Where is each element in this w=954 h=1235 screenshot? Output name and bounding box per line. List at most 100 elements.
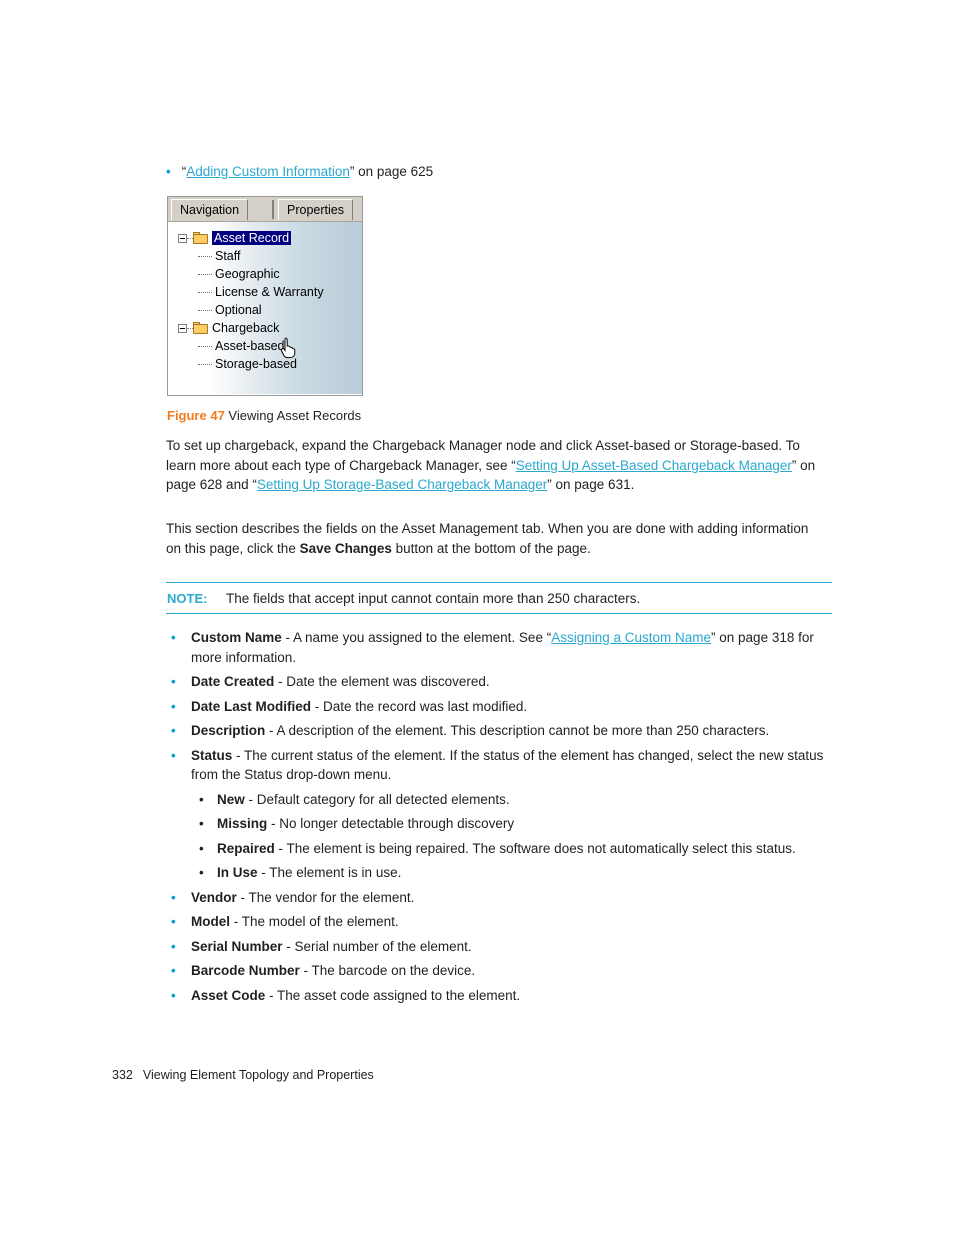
figure-title: Viewing Asset Records	[228, 408, 362, 423]
status-text: - The element is being repaired. The sof…	[274, 840, 796, 856]
tree-node-label: Chargeback	[212, 321, 280, 335]
figure-number: Figure 47	[167, 408, 225, 423]
tree-connector-line	[198, 274, 212, 275]
field-term: Date Created	[191, 674, 275, 689]
figure-tree-area: Asset Record Staff Geographic License & …	[168, 222, 362, 394]
tree-node-label: Asset Record	[212, 231, 292, 245]
field-text: - Serial number of the element.	[282, 938, 472, 954]
list-item-barcode-number: • Barcode Number - The barcode on the de…	[166, 961, 846, 981]
list-item-date-last-modified: • Date Last Modified - Date the record w…	[166, 697, 846, 717]
bullet-icon: •	[171, 987, 176, 1003]
list-item-status-repaired: • Repaired - The element is being repair…	[191, 839, 846, 859]
list-item-date-created: • Date Created - Date the element was di…	[166, 672, 846, 692]
tree-node-label: Geographic	[215, 267, 280, 281]
tree-node-label: Asset-based	[215, 339, 285, 353]
tab-navigation[interactable]: Navigation	[171, 199, 249, 220]
save-changes-label: Save Changes	[299, 540, 392, 556]
field-term: Asset Code	[191, 987, 266, 1003]
tree-connector-line	[198, 292, 212, 293]
paragraph-text: ” on page 631.	[547, 477, 635, 492]
status-text: - No longer detectable through discovery	[267, 816, 515, 831]
status-text: - The element is in use.	[257, 865, 402, 880]
tree-connector-line	[198, 364, 212, 365]
field-text: - A description of the element. This des…	[265, 723, 770, 738]
link-assigning-a-custom-name[interactable]: Assigning a Custom Name	[551, 630, 711, 645]
bullet-icon: •	[171, 723, 176, 738]
tab-properties[interactable]: Properties	[278, 199, 353, 220]
field-text: - The vendor for the element.	[236, 889, 415, 905]
paragraph-chargeback-setup: To set up chargeback, expand the Chargeb…	[166, 436, 816, 495]
field-text: - The asset code assigned to the element…	[265, 987, 521, 1003]
tree-node-optional[interactable]: Optional	[168, 302, 362, 320]
tree-node-storage-based[interactable]: Storage-based	[168, 356, 362, 374]
field-text: - The current status of the element. If …	[191, 747, 824, 783]
tree-node-asset-record[interactable]: Asset Record	[168, 230, 362, 248]
status-option-list: • New - Default category for all detecte…	[191, 790, 846, 883]
note-divider-top	[166, 582, 832, 583]
field-text: - Date the element was discovered.	[274, 674, 490, 689]
field-text: - The barcode on the device.	[299, 963, 476, 978]
top-bullet-tail: on page 625	[354, 164, 434, 179]
figure-navigation-tree-panel: Navigation Properties Asset Record Staff	[167, 196, 363, 396]
status-term: Missing	[217, 816, 268, 831]
tree-connector-line	[198, 346, 212, 347]
tree-node-license-warranty[interactable]: License & Warranty	[168, 284, 362, 302]
bullet-icon: •	[171, 747, 176, 763]
field-term: Barcode Number	[191, 963, 300, 978]
bullet-icon: •	[171, 674, 176, 689]
tree-node-asset-based[interactable]: Asset-based	[168, 338, 362, 356]
list-item-asset-code: • Asset Code - The asset code assigned t…	[166, 986, 846, 1006]
field-term: Date Last Modified	[191, 698, 312, 714]
page-footer: 332 Viewing Element Topology and Properti…	[112, 1068, 374, 1082]
figure-caption: Figure 47 Viewing Asset Records	[167, 408, 361, 423]
link-setting-up-storage-based-chargeback-manager[interactable]: Setting Up Storage-Based Chargeback Mana…	[257, 477, 547, 492]
tree-node-staff[interactable]: Staff	[168, 248, 362, 266]
list-item-vendor: • Vendor - The vendor for the element.	[166, 888, 846, 908]
collapse-minus-icon[interactable]	[178, 324, 187, 333]
bullet-icon: •	[171, 963, 176, 978]
field-text: - The model of the element.	[230, 914, 399, 929]
status-term: New	[217, 791, 245, 807]
top-cross-reference-bullet: • “Adding Custom Information” on page 62…	[166, 162, 826, 182]
paragraph-text: button at the bottom of the page.	[391, 540, 591, 556]
list-item-custom-name: • Custom Name - A name you assigned to t…	[166, 628, 846, 667]
list-item-description: • Description - A description of the ele…	[166, 721, 846, 741]
tree-node-geographic[interactable]: Geographic	[168, 266, 362, 284]
footer-page-number: 332	[112, 1068, 133, 1082]
field-text: - A name you assigned to the element. Se…	[281, 630, 552, 645]
collapse-minus-icon[interactable]	[178, 234, 187, 243]
tree-connector-line	[198, 310, 212, 311]
tree-connector-line	[198, 256, 212, 257]
field-term: Vendor	[191, 889, 237, 905]
tree-node-chargeback[interactable]: Chargeback	[168, 320, 362, 338]
footer-chapter-title: Viewing Element Topology and Properties	[142, 1068, 374, 1082]
navigation-tree: Asset Record Staff Geographic License & …	[168, 230, 362, 374]
list-item-status: • Status - The current status of the ele…	[166, 746, 846, 883]
list-item-model: • Model - The model of the element.	[166, 912, 846, 932]
status-term: In Use	[217, 865, 258, 880]
list-item-status-missing: • Missing - No longer detectable through…	[191, 814, 846, 834]
note-divider-bottom	[166, 613, 832, 614]
status-text: - Default category for all detected elem…	[244, 791, 510, 807]
field-term: Model	[191, 914, 230, 929]
bullet-icon: •	[171, 914, 176, 929]
field-term: Serial Number	[191, 938, 283, 954]
folder-icon	[193, 322, 208, 334]
bullet-icon: •	[199, 840, 204, 856]
bullet-icon: •	[171, 698, 176, 714]
bullet-icon: •	[171, 630, 176, 645]
tree-node-label: Optional	[215, 303, 262, 317]
bullet-icon: •	[171, 938, 176, 954]
status-term: Repaired	[217, 840, 275, 856]
link-setting-up-asset-based-chargeback-manager[interactable]: Setting Up Asset-Based Chargeback Manage…	[516, 458, 792, 473]
field-term: Description	[191, 723, 266, 738]
field-description-list: • Custom Name - A name you assigned to t…	[166, 628, 846, 1010]
bullet-icon: •	[199, 865, 204, 880]
tab-separator	[272, 200, 274, 219]
paragraph-asset-management-tab: This section describes the fields on the…	[166, 519, 821, 558]
link-adding-custom-information[interactable]: Adding Custom Information	[186, 164, 350, 179]
tree-node-label: Staff	[215, 249, 241, 263]
note-text: The fields that accept input cannot cont…	[226, 591, 641, 606]
list-item-serial-number: • Serial Number - Serial number of the e…	[166, 937, 846, 957]
tree-node-label: License & Warranty	[215, 285, 324, 299]
